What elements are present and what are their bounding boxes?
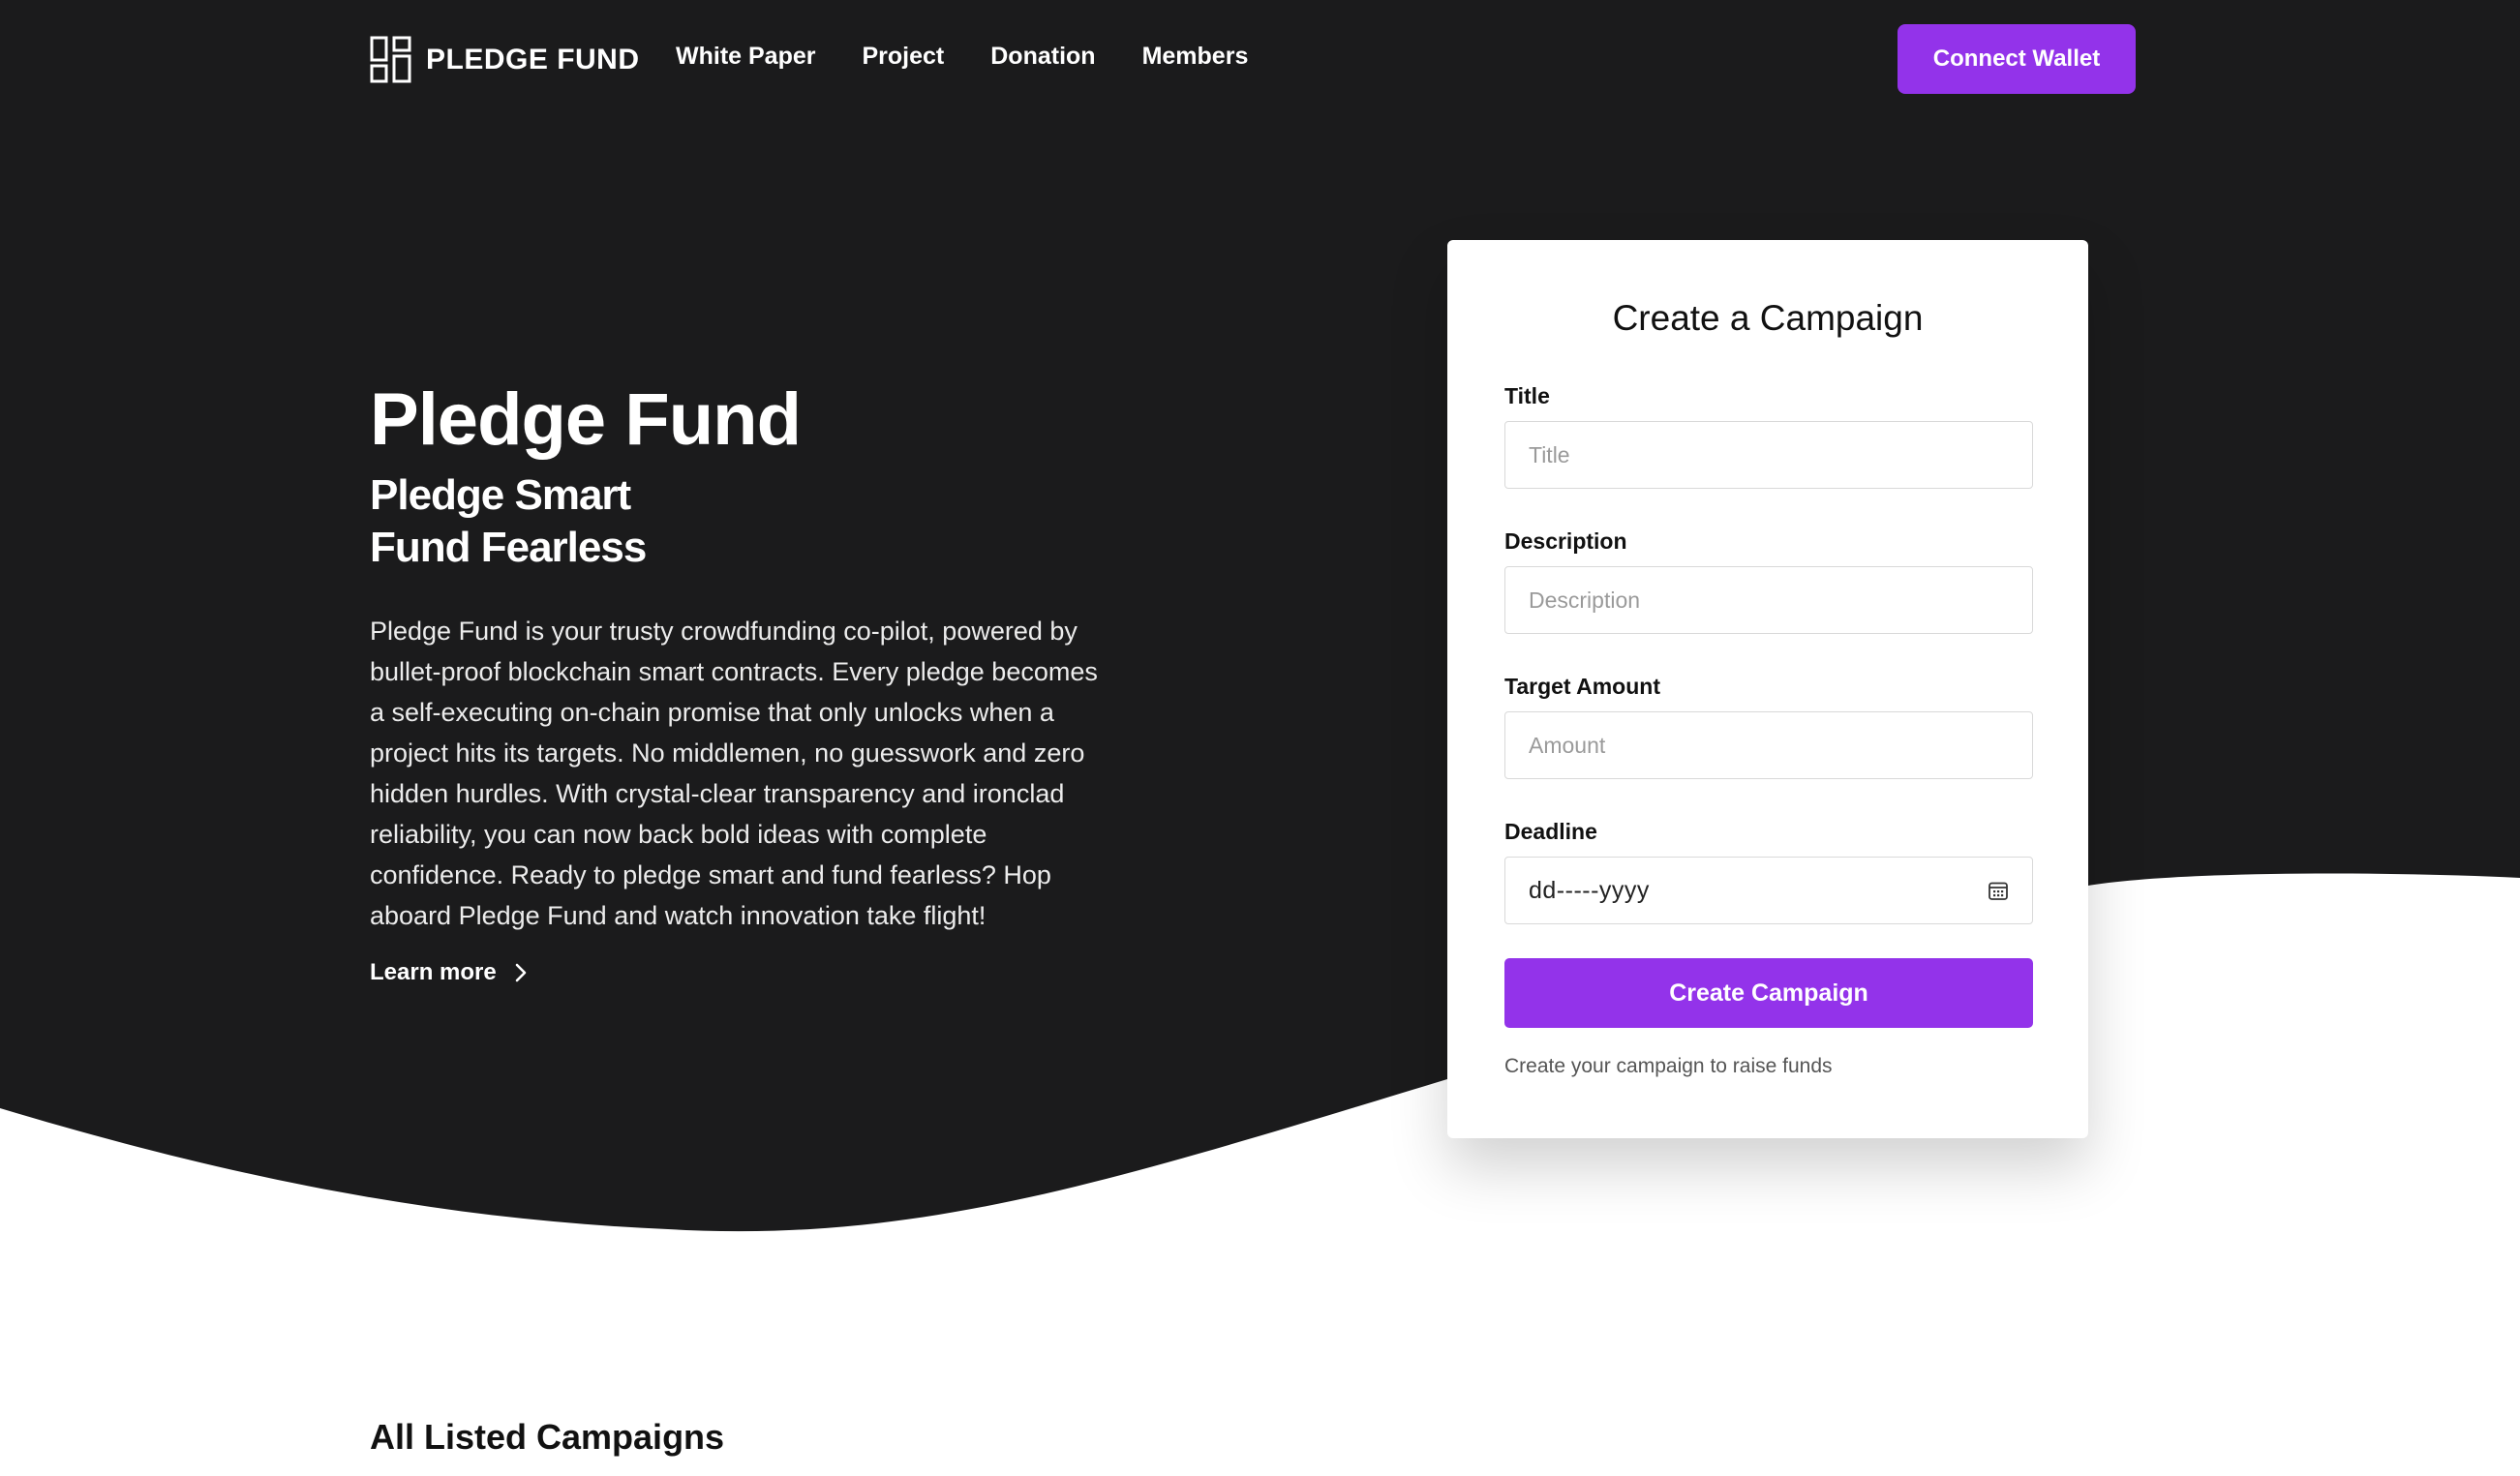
deadline-field: Deadline dd-----yyyy [1504, 819, 2033, 924]
top-navigation: PLEDGE FUND White Paper Project Donation… [0, 0, 2520, 120]
nav-link-members[interactable]: Members [1142, 43, 1249, 71]
nav-link-white-paper[interactable]: White Paper [676, 43, 815, 71]
hero-section: Pledge Fund Pledge Smart Fund Fearless P… [370, 377, 1106, 986]
brand-name: PLEDGE FUND [426, 44, 640, 75]
nav-links: White Paper Project Donation Members [676, 43, 1248, 71]
learn-more-link[interactable]: Learn more [370, 959, 1106, 986]
description-input[interactable] [1504, 566, 2033, 634]
deadline-date-input[interactable]: dd-----yyyy [1504, 857, 2033, 924]
nav-link-donation[interactable]: Donation [990, 43, 1095, 71]
calendar-icon[interactable] [1988, 880, 2009, 901]
hero-subtitle: Pledge Smart Fund Fearless [370, 469, 1106, 574]
deadline-label: Deadline [1504, 819, 1597, 844]
hero-subtitle-line-1: Pledge Smart [370, 471, 631, 520]
create-campaign-button[interactable]: Create Campaign [1504, 958, 2033, 1028]
title-input[interactable] [1504, 421, 2033, 489]
target-amount-label: Target Amount [1504, 674, 1660, 699]
learn-more-label: Learn more [370, 959, 497, 986]
brand-logo[interactable]: PLEDGE FUND [370, 35, 640, 85]
hero-description: Pledge Fund is your trusty crowdfunding … [370, 617, 1098, 931]
connect-wallet-button[interactable]: Connect Wallet [1898, 24, 2136, 94]
create-campaign-heading: Create a Campaign [1612, 298, 1924, 338]
title-label: Title [1504, 383, 1550, 408]
create-campaign-helper-text: Create your campaign to raise funds [1504, 1055, 1833, 1077]
chevron-right-icon [515, 964, 527, 982]
target-amount-field: Target Amount [1504, 674, 2033, 779]
grid-blocks-icon [370, 36, 411, 83]
target-amount-input[interactable] [1504, 711, 2033, 779]
description-label: Description [1504, 528, 1627, 554]
hero-title: Pledge Fund [370, 378, 802, 461]
deadline-value: dd-----yyyy [1529, 876, 1650, 904]
all-campaigns-heading: All Listed Campaigns [370, 1417, 725, 1457]
nav-link-project[interactable]: Project [862, 43, 944, 71]
hero-subtitle-line-2: Fund Fearless [370, 524, 647, 572]
create-campaign-card: Create a Campaign Title Description Targ… [1447, 240, 2088, 1138]
description-field: Description [1504, 528, 2033, 634]
title-field: Title [1504, 383, 2033, 489]
